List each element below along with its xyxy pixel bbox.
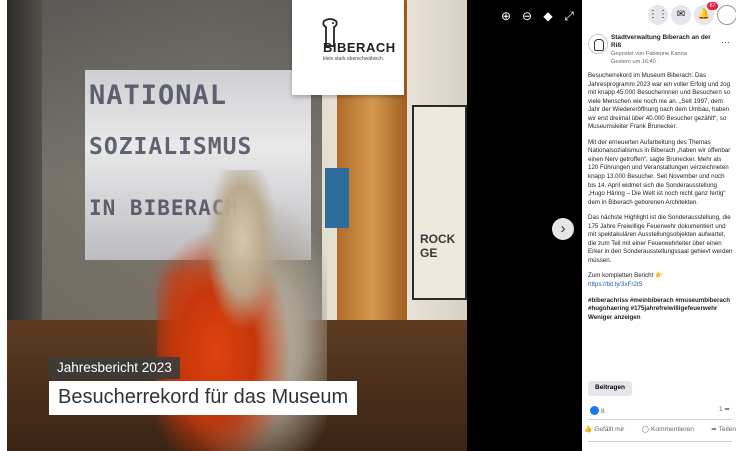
profile-avatar[interactable]	[717, 5, 736, 25]
menu-grid-icon[interactable]: ⋮⋮	[648, 5, 668, 25]
like-label: Gefällt mir	[594, 426, 625, 433]
hashtags[interactable]: #biberachriss #meinbiberach #museumbiber…	[588, 297, 730, 313]
comment-label: Kommentieren	[651, 426, 694, 433]
like-button[interactable]: 👍 Gefällt mir	[584, 425, 624, 434]
messenger-icon[interactable]: ✉	[671, 5, 691, 25]
caption-year: Jahresbericht 2023	[49, 357, 180, 379]
next-photo-button[interactable]: ›	[552, 218, 574, 240]
like-reaction-icon	[590, 406, 599, 415]
report-paragraph: Zum kompletten Bericht 👉 https://bit.ly/…	[588, 272, 733, 289]
biberach-logo-card: BIBERACH klein.stark.oberschwäbisch.	[292, 0, 404, 95]
banner-line: NATIONAL	[89, 80, 228, 111]
poster-text: ROCK GE	[420, 232, 456, 260]
post-paragraph: Besucherrekord im Museum Biberach: Das J…	[588, 72, 731, 131]
divider	[588, 441, 732, 442]
thumbs-up-icon: 👍	[584, 426, 593, 433]
fullscreen-icon[interactable]: ⤢	[561, 8, 577, 24]
zoom-in-icon[interactable]: ⊕	[498, 8, 514, 24]
post-author: Gepostet von Fabienne Kanna	[611, 51, 687, 57]
photo-viewer: NATIONAL SOZIALISMUS IN BIBERACH ROCK GE…	[7, 0, 582, 451]
page-avatar[interactable]	[588, 34, 608, 54]
share-button[interactable]: ➦ Teilen	[711, 425, 736, 434]
more-options-icon[interactable]: ···	[721, 36, 730, 48]
logo-name: BIBERACH	[323, 40, 396, 55]
share-count[interactable]: 1 ➦	[719, 406, 730, 415]
notification-badge: 67	[707, 2, 718, 10]
post-paragraph: Das nächste Highlight ist die Sonderauss…	[588, 214, 733, 264]
comment-icon: ◯	[641, 426, 649, 433]
share-label: Teilen	[718, 426, 736, 433]
report-label: Zum kompletten Bericht 👉	[588, 272, 663, 280]
post-sidebar: ⋮⋮ ✉ 🔔 67 Stadtverwaltung Biberach an de…	[582, 0, 736, 451]
caption-title: Besucherrekord für das Museum	[49, 381, 358, 415]
page-name[interactable]: Stadtverwaltung Biberach an der Riß	[611, 34, 719, 51]
translate-button[interactable]: Beitragen	[588, 381, 632, 396]
hashtag-paragraph: #biberachriss #meinbiberach #museumbiber…	[588, 297, 733, 323]
museum-photo: NATIONAL SOZIALISMUS IN BIBERACH ROCK GE…	[7, 0, 467, 451]
zoom-out-icon[interactable]: ⊖	[519, 8, 535, 24]
banner-line: SOZIALISMUS	[89, 134, 253, 160]
facebook-photo-viewer: NATIONAL SOZIALISMUS IN BIBERACH ROCK GE…	[0, 0, 736, 451]
post-text: Besucherrekord im Museum Biberach: Das J…	[588, 72, 733, 329]
tag-icon[interactable]: ◆	[540, 8, 556, 24]
logo-claim: klein.stark.oberschwäbisch.	[323, 56, 385, 62]
post-actions: 👍 Gefällt mir ◯ Kommentieren ➦ Teilen	[584, 425, 736, 434]
share-small-icon: ➦	[722, 406, 730, 413]
divider	[588, 419, 732, 420]
chevron-right-icon: ›	[560, 220, 566, 237]
post-time[interactable]: Gestern um 16:40 ·	[611, 59, 721, 67]
reaction-count[interactable]: 8	[590, 406, 605, 417]
share-icon: ➦	[711, 426, 717, 433]
comment-button[interactable]: ◯ Kommentieren	[642, 425, 694, 434]
wall-sign	[325, 168, 349, 228]
post-meta: Gepostet von Fabienne Kanna Gestern um 1…	[611, 51, 721, 66]
like-count: 8	[601, 408, 605, 415]
report-link[interactable]: https://bit.ly/3xFr2tS	[588, 281, 643, 288]
see-less-link[interactable]: Weniger anzeigen	[588, 314, 641, 321]
wall-poster: ROCK GE	[412, 105, 467, 300]
post-paragraph: Mit der erneuerten Aufarbeitung des Them…	[588, 138, 731, 206]
